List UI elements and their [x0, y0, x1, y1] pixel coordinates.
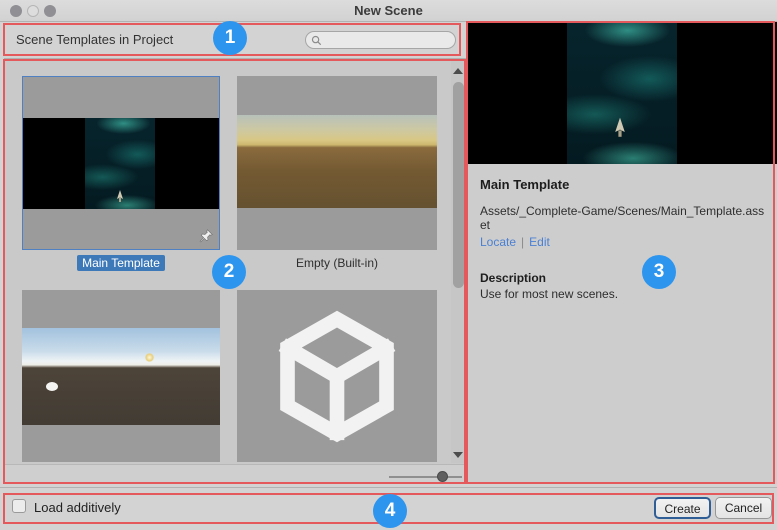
grid-footer-strip [4, 464, 465, 484]
empty-scene-thumbnail [237, 115, 437, 208]
sun-sprite [145, 353, 154, 362]
search-icon [311, 35, 322, 46]
description-text: Use for most new scenes. [480, 287, 763, 301]
scroll-down-icon[interactable] [453, 452, 463, 458]
template-tile-unity-default[interactable] [237, 290, 437, 462]
locate-link[interactable]: Locate [480, 235, 516, 249]
grid-scrollbar-thumb[interactable] [453, 82, 464, 288]
description-heading: Description [480, 271, 763, 285]
tile-label-main-template[interactable]: Main Template [22, 256, 220, 270]
create-button[interactable]: Create [654, 497, 711, 519]
title-bar: New Scene [0, 0, 777, 22]
thumbnail-letterbox [23, 209, 219, 249]
template-preview [466, 22, 777, 164]
tile-label-empty-builtin[interactable]: Empty (Built-in) [237, 256, 437, 270]
thumbnail-size-slider-handle[interactable] [437, 471, 448, 482]
edit-link[interactable]: Edit [529, 235, 550, 249]
template-details-panel: Main Template Assets/_Complete-Game/Scen… [466, 164, 777, 484]
nebula-texture [567, 22, 677, 164]
pin-icon[interactable] [198, 228, 214, 244]
details-title: Main Template [480, 177, 763, 192]
thumbnail-letterbox [22, 290, 220, 328]
search-field[interactable] [305, 31, 456, 49]
scene-templates-heading: Scene Templates in Project [16, 32, 173, 47]
scroll-up-icon[interactable] [453, 68, 463, 74]
unity-logo [262, 309, 412, 444]
thumbnail-letterbox [237, 76, 437, 115]
thumbnail-letterbox [23, 77, 219, 118]
spaceship-sprite [612, 117, 628, 139]
load-additively-checkbox[interactable] [12, 499, 26, 513]
template-tile-main-template[interactable] [22, 76, 220, 250]
thumbnail-size-slider-track[interactable] [389, 476, 462, 478]
main-template-thumbnail [23, 118, 219, 209]
thumbnail-letterbox [22, 425, 220, 462]
thumbnail-letterbox [237, 208, 437, 250]
terrain-scene-thumbnail [22, 328, 220, 425]
load-additively-label: Load additively [34, 500, 121, 515]
annotation-badge-1: 1 [213, 21, 247, 55]
link-separator: | [521, 235, 524, 249]
spaceship-sprite [115, 190, 125, 203]
asset-path: Assets/_Complete-Game/Scenes/Main_Templa… [480, 204, 768, 232]
template-tile-terrain[interactable] [22, 290, 220, 462]
new-scene-dialog: New Scene Scene Templates in Project Mai… [0, 0, 777, 530]
template-tile-empty-builtin[interactable] [237, 76, 437, 250]
search-input[interactable] [324, 33, 452, 47]
cloud-sprite [46, 382, 58, 391]
cancel-button[interactable]: Cancel [715, 497, 772, 519]
window-title: New Scene [0, 3, 777, 18]
selected-label-highlight: Main Template [77, 255, 165, 271]
